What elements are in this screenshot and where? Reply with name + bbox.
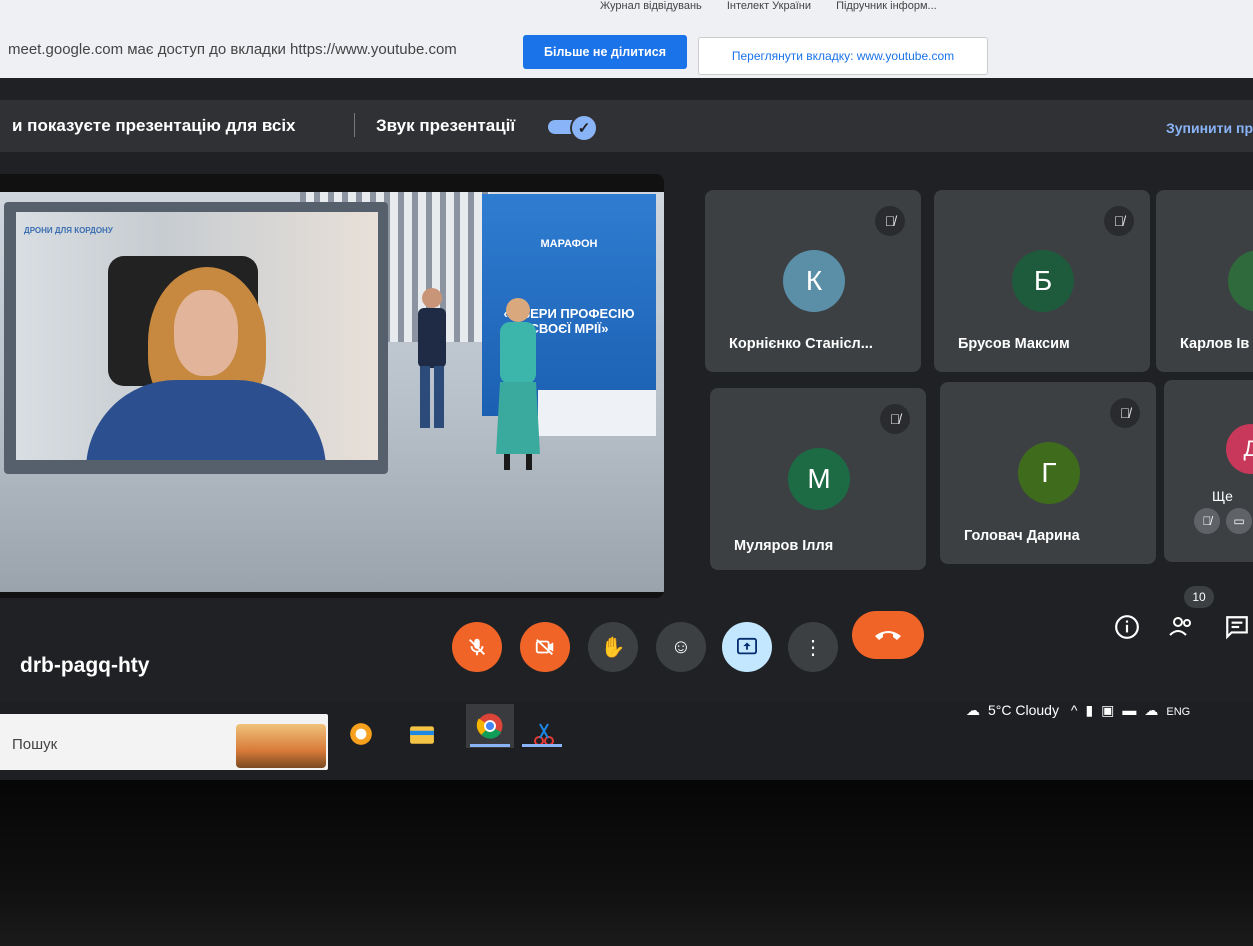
avatar: Д (1226, 424, 1253, 474)
more-options-button[interactable]: ⋮ (788, 622, 838, 672)
more-label: Ще (1212, 488, 1233, 504)
mic-off-icon: 🎙̸ (875, 206, 905, 236)
taskbar-app-active[interactable] (466, 704, 514, 748)
people-count-badge: 10 (1184, 586, 1214, 608)
guest-face (174, 290, 238, 376)
bookmark-item[interactable]: Інтелект України (727, 0, 811, 12)
share-message: meet.google.com має доступ до вкладки ht… (8, 41, 457, 58)
bookmark-item[interactable]: Журнал відвідувань (600, 0, 702, 12)
active-indicator (470, 744, 510, 747)
stop-presenting-button[interactable]: Зупинити пр (1166, 120, 1253, 136)
participant-name: Корнієнко Станісл... (729, 336, 873, 352)
language-indicator[interactable]: ENG (1166, 706, 1190, 718)
present-screen-button[interactable] (722, 622, 772, 672)
guest-webcam-feed: ДРОНИ ДЛЯ КОРДОНУ (16, 212, 378, 460)
reactions-button[interactable]: ☺ (656, 622, 706, 672)
search-highlight-image (236, 724, 326, 768)
mic-off-icon (469, 638, 485, 656)
weather-text[interactable]: 5°C Cloudy (988, 702, 1059, 718)
hand-icon: ✋ (600, 636, 626, 659)
avatar: Б (1012, 250, 1074, 312)
taskbar-search[interactable]: Пошук (0, 714, 328, 770)
mic-off-icon: 🎙̸ (1110, 398, 1140, 428)
avatar: К (783, 250, 845, 312)
chevron-up-icon[interactable]: ^ (1071, 702, 1078, 718)
presenting-text: и показуєте презентацію для всіх (12, 116, 296, 135)
folder-icon (410, 726, 434, 744)
more-icons: 🎙̸ ▭ (1194, 508, 1253, 534)
bookmark-item[interactable]: Підручник інформ... (836, 0, 937, 12)
divider (354, 113, 355, 137)
guest-body (86, 380, 326, 460)
battery-icon[interactable]: ▬ (1122, 702, 1136, 718)
view-tab-button[interactable]: Переглянути вкладку: www.youtube.com (698, 37, 988, 75)
running-indicator (522, 744, 562, 747)
camera-button[interactable] (520, 622, 570, 672)
search-placeholder: Пошук (12, 736, 58, 753)
microphone-button[interactable] (452, 622, 502, 672)
participant-name: Брусов Максим (958, 336, 1070, 352)
video-off-icon: ▭ (1226, 508, 1252, 534)
keyboard-bezel (0, 780, 1253, 946)
participant-tile[interactable]: 🎙̸ Г Головач Дарина (940, 382, 1156, 564)
onedrive-icon[interactable]: ☁ (1144, 702, 1158, 718)
participant-tile[interactable]: 🎙̸ Б Брусов Максим (934, 190, 1150, 372)
present-icon (737, 637, 757, 655)
taskbar-app[interactable] (404, 716, 440, 752)
hang-up-icon (875, 631, 901, 640)
leave-call-button[interactable] (852, 611, 924, 659)
people-icon (1169, 617, 1191, 636)
presenting-banner: и показуєте презентацію для всіх Звук пр… (0, 100, 1253, 152)
host-male (418, 288, 446, 428)
check-icon: ✓ (570, 114, 598, 142)
meeting-info-button[interactable] (1114, 614, 1140, 646)
panel-title: МАРАФОН (540, 238, 598, 250)
cloud-icon: ☁ (966, 702, 980, 718)
chat-icon (1226, 616, 1248, 640)
more-vert-icon: ⋮ (803, 636, 823, 659)
app-tray-icon[interactable]: ▣ (1101, 702, 1114, 718)
meet-window: Журнал відвідувань Інтелект України Підр… (0, 0, 1253, 780)
presentation-video[interactable]: ДРОНИ ДЛЯ КОРДОНУ МАРАФОН «ОБЕРИ ПРОФЕСІ… (0, 174, 664, 598)
people-button[interactable] (1168, 614, 1196, 646)
mic-off-icon: 🎙̸ (1194, 508, 1220, 534)
mic-icon[interactable]: ▮ (1085, 702, 1093, 718)
video-off-icon (535, 638, 554, 656)
participant-tile[interactable]: 🎙̸ М Муляров Ілля (710, 388, 926, 570)
mic-off-icon: 🎙̸ (880, 404, 910, 434)
system-tray: ☁ 5°C Cloudy ^ ▮ ▣ ▬ ☁ ENG (966, 702, 1198, 719)
chrome-icon (476, 713, 503, 739)
presentation-audio-toggle[interactable]: ✓ (548, 114, 598, 142)
participant-tile[interactable]: 🎙̸ К Корнієнко Станісл... (705, 190, 921, 372)
panel-sponsors (538, 390, 656, 436)
avatar: Г (1018, 442, 1080, 504)
participant-name: Муляров Ілля (734, 538, 834, 554)
windows-taskbar: Пошук ☁ 5°C Cloudy ^ ▮ ▣ ▬ ☁ ENG (0, 702, 1253, 780)
stop-sharing-button[interactable]: Більше не ділитися (523, 35, 687, 69)
taskbar-app[interactable] (343, 716, 379, 752)
firefox-icon (350, 723, 372, 745)
presentation-audio-label: Звук презентації (376, 116, 516, 135)
info-icon (1115, 615, 1139, 639)
participant-name: Карлов Ів (1180, 336, 1250, 352)
bookmarks-bar: Журнал відвідувань Інтелект України Підр… (600, 0, 1253, 14)
avatar (1228, 250, 1253, 312)
more-participants-tile[interactable]: Д Ще 🎙̸ ▭ (1164, 380, 1253, 562)
emoji-icon: ☺ (670, 635, 692, 658)
avatar: М (788, 448, 850, 510)
host-female (496, 298, 540, 470)
meeting-code: drb-pagq-hty (20, 654, 150, 677)
chat-button[interactable] (1224, 614, 1250, 646)
tab-share-bar: Журнал відвідувань Інтелект України Підр… (0, 0, 1253, 78)
mic-off-icon: 🎙̸ (1104, 206, 1134, 236)
participant-tile[interactable]: Карлов Ів (1156, 190, 1253, 372)
raise-hand-button[interactable]: ✋ (588, 622, 638, 672)
participant-name: Головач Дарина (964, 528, 1080, 544)
drones-logo: ДРОНИ ДЛЯ КОРДОНУ (24, 226, 113, 235)
